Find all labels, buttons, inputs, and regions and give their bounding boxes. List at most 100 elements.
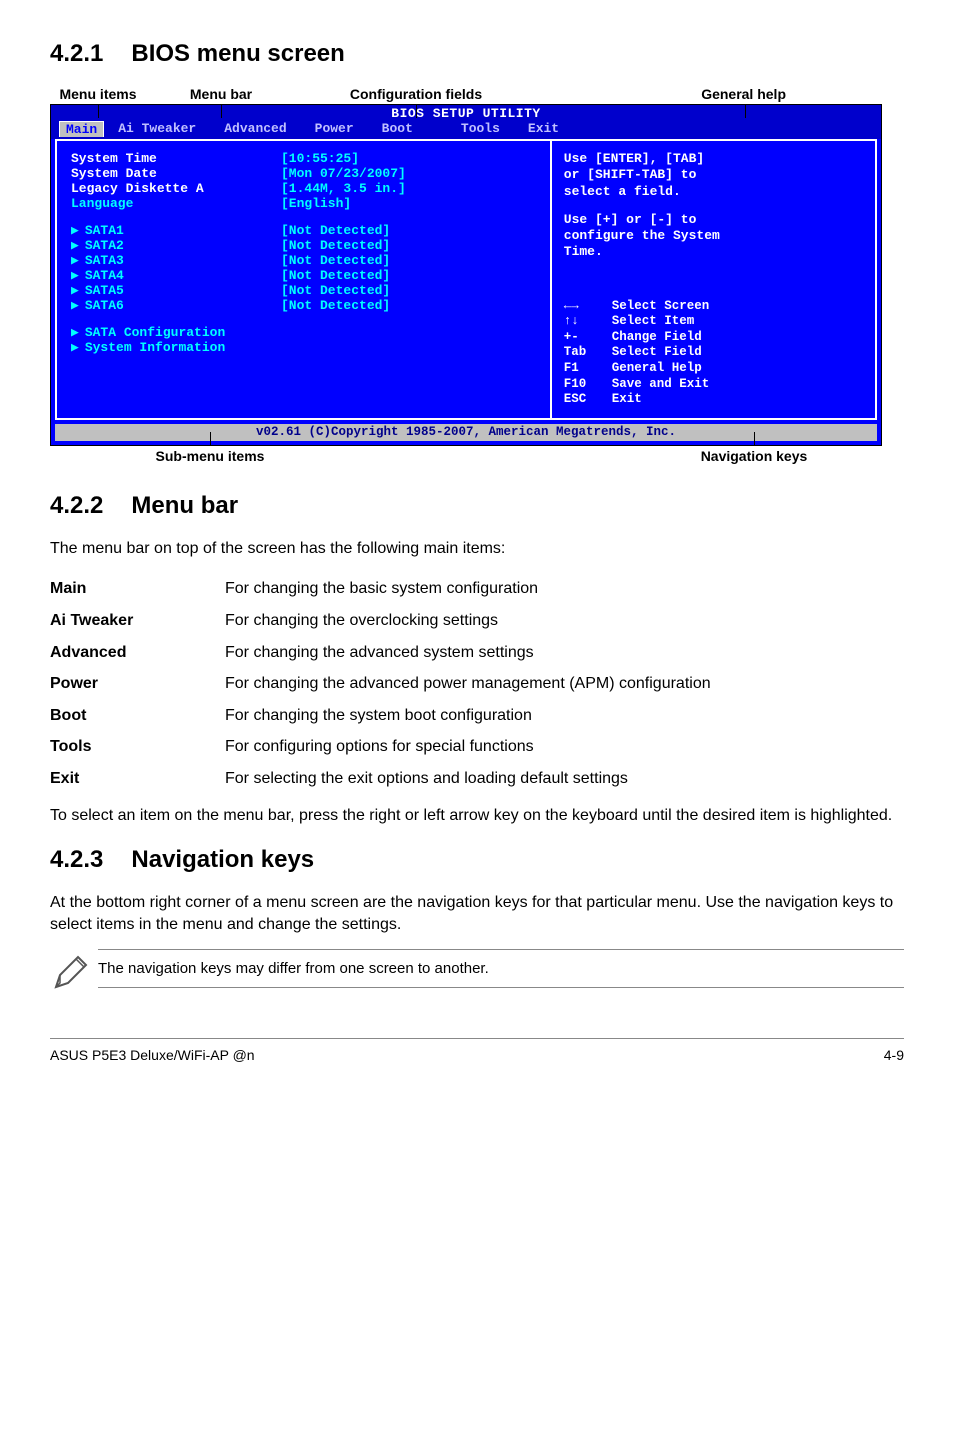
callout-menu-items: Menu items [59,86,136,102]
row-value: [10:55:25] [281,151,359,166]
table-row: PowerFor changing the advanced power man… [50,668,904,700]
key-desc: Change Field [612,330,702,346]
heading-title: Navigation keys [131,846,314,873]
row-label: SATA Configuration [85,325,225,340]
row-label: System Information [85,340,225,355]
row-value: [English] [281,196,351,211]
footer-left: ASUS P5E3 Deluxe/WiFi-AP @n [50,1047,255,1063]
key: +- [564,330,612,346]
def-desc: For changing the system boot configurati… [225,700,904,732]
bios-right-pane: Use [ENTER], [TAB] or [SHIFT-TAB] to sel… [552,141,875,418]
row-label: System Date [71,166,281,181]
heading-num: 4.2.1 [50,40,103,68]
bios-tab-tools: Tools [447,121,514,137]
triangle-icon: ▶ [71,253,79,268]
footer-right: 4-9 [884,1047,904,1063]
bios-tab-boot: Boot [368,121,427,137]
callout-submenu: Sub-menu items [156,448,265,464]
row-label: SATA1 [85,223,124,238]
key: Tab [564,345,612,361]
key-desc: Select Item [612,314,695,330]
bios-tab-power: Power [301,121,368,137]
heading-4-2-1: 4.2.1 BIOS menu screen [50,40,904,68]
triangle-icon: ▶ [71,298,79,313]
key-desc: Exit [612,392,642,408]
row-label: SATA2 [85,238,124,253]
page-footer: ASUS P5E3 Deluxe/WiFi-AP @n 4-9 [50,1038,904,1063]
def-desc: For changing the basic system configurat… [225,573,904,605]
row-label: SATA6 [85,298,124,313]
pencil-icon [50,949,98,998]
heading-title: Menu bar [131,492,238,519]
row-value: [1.44M, 3.5 in.] [281,181,406,196]
bios-tab-advanced: Advanced [210,121,300,137]
triangle-icon: ▶ [71,268,79,283]
bios-screenshot: BIOS SETUP UTILITY Main Ai Tweaker Advan… [50,104,882,446]
bios-left-pane: System Time[10:55:25] System Date[Mon 07… [57,141,552,418]
bios-tab-ai: Ai Tweaker [104,121,210,137]
triangle-icon: ▶ [71,223,79,238]
help-line: or [SHIFT-TAB] to [564,167,863,183]
triangle-icon: ▶ [71,340,79,355]
help-line: Time. [564,244,863,260]
def-desc: For changing the advanced power manageme… [225,668,904,700]
bottom-callout-row: Sub-menu items Navigation keys [50,448,904,464]
bios-menubar: Main Ai Tweaker Advanced Power Boot Tool… [51,121,881,139]
key-desc: Select Field [612,345,702,361]
def-term: Ai Tweaker [50,605,225,637]
navkeys-text: At the bottom right corner of a menu scr… [50,892,904,935]
heading-4-2-3: 4.2.3Navigation keys [50,846,904,874]
row-label: Language [71,196,281,211]
key: ←→ [564,299,612,315]
callout-config-fields: Configuration fields [350,86,482,102]
row-value: [Not Detected] [281,268,390,283]
row-label: Legacy Diskette A [71,181,281,196]
table-row: Ai TweakerFor changing the overclocking … [50,605,904,637]
callout-navkeys: Navigation keys [701,448,808,464]
table-row: MainFor changing the basic system config… [50,573,904,605]
def-term: Boot [50,700,225,732]
def-desc: For selecting the exit options and loadi… [225,763,904,795]
callout-menu-bar: Menu bar [190,86,252,102]
definitions-table: MainFor changing the basic system config… [50,573,904,794]
table-row: AdvancedFor changing the advanced system… [50,637,904,669]
help-line: configure the System [564,228,863,244]
row-label: SATA5 [85,283,124,298]
table-row: ExitFor selecting the exit options and l… [50,763,904,795]
menubar-outro: To select an item on the menu bar, press… [50,805,904,827]
def-term: Power [50,668,225,700]
key: ↑↓ [564,314,612,330]
heading-title: BIOS menu screen [131,40,344,67]
def-term: Main [50,573,225,605]
top-callout-row: Menu items Menu bar Configuration fields… [50,86,904,102]
row-value: [Not Detected] [281,238,390,253]
heading-4-2-2: 4.2.2 Menu bar [50,492,904,520]
def-term: Advanced [50,637,225,669]
table-row: BootFor changing the system boot configu… [50,700,904,732]
heading-num: 4.2.2 [50,492,103,520]
key: ESC [564,392,612,408]
triangle-icon: ▶ [71,238,79,253]
row-value: [Not Detected] [281,298,390,313]
row-value: [Not Detected] [281,253,390,268]
row-label: SATA3 [85,253,124,268]
callout-general-help: General help [701,86,786,102]
def-desc: For changing the advanced system setting… [225,637,904,669]
row-label: System Time [71,151,281,166]
key: F10 [564,377,612,393]
row-value: [Mon 07/23/2007] [281,166,406,181]
def-desc: For changing the overclocking settings [225,605,904,637]
note-box: The navigation keys may differ from one … [50,949,904,998]
help-line: select a field. [564,184,863,200]
def-term: Tools [50,731,225,763]
row-label: SATA4 [85,268,124,283]
help-line: Use [ENTER], [TAB] [564,151,863,167]
triangle-icon: ▶ [71,325,79,340]
bios-tab-exit: Exit [514,121,573,137]
triangle-icon: ▶ [71,283,79,298]
menubar-intro: The menu bar on top of the screen has th… [50,538,904,560]
bios-title: BIOS SETUP UTILITY [51,105,881,121]
key-desc: Save and Exit [612,377,710,393]
table-row: ToolsFor configuring options for special… [50,731,904,763]
key: F1 [564,361,612,377]
